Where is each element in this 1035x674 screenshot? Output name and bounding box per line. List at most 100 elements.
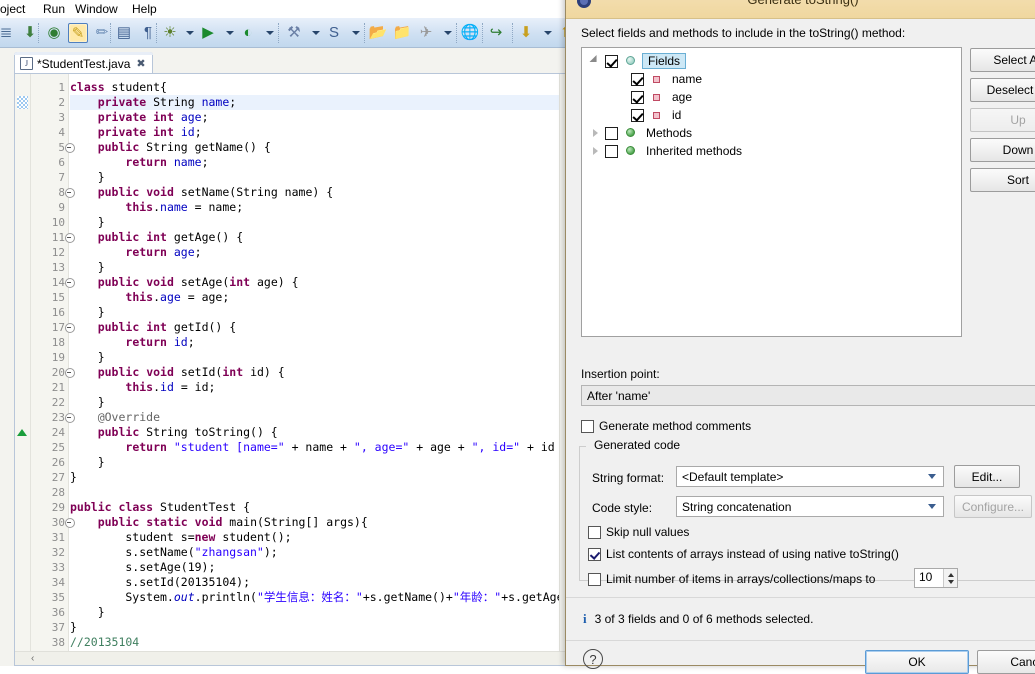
ok-button[interactable]: OK — [865, 650, 969, 674]
export-icon[interactable]: 🌐 — [460, 23, 480, 43]
run-icon[interactable]: ¶ — [138, 23, 158, 43]
string-format-combo[interactable]: <Default template> — [676, 466, 944, 487]
menu-item-window[interactable]: Window — [75, 1, 118, 17]
marker-ruler[interactable] — [15, 74, 31, 665]
export-icon[interactable]: ⬇ — [516, 23, 536, 43]
editor-tab-studenttest[interactable]: J *StudentTest.java ✖ — [14, 52, 153, 74]
highlight-icon[interactable]: ◉ — [44, 23, 64, 43]
open-folder-icon[interactable]: ▶ — [198, 23, 218, 43]
edit-icon[interactable]: ✎ — [68, 23, 88, 43]
save-all-icon[interactable]: ≣ — [0, 23, 16, 43]
line-number: 23 — [52, 410, 75, 425]
line-number: 21 — [51, 381, 65, 394]
run-ant-icon[interactable]: ◐ — [238, 23, 258, 43]
code-style-combo[interactable]: String concatenation — [676, 496, 944, 517]
tree-checkbox[interactable] — [631, 108, 644, 122]
override-indicator-icon[interactable] — [17, 429, 27, 436]
insertion-point-field[interactable]: After 'name' — [581, 385, 1035, 406]
tree-item-inherited-methods[interactable]: Inherited methods — [582, 142, 961, 160]
menu-item-run[interactable]: Run — [43, 1, 65, 17]
status-divider — [566, 597, 1035, 598]
tree-item-id[interactable]: id — [582, 106, 961, 124]
chevron-down-icon[interactable] — [352, 31, 360, 35]
select-all-button[interactable]: Select All — [970, 48, 1035, 72]
line-number: 34 — [51, 576, 65, 589]
export-icon[interactable]: S — [324, 23, 344, 43]
close-icon[interactable]: ✖ — [136, 57, 145, 70]
new-wizard-icon[interactable]: ☀ — [160, 23, 180, 43]
line-number: 22 — [51, 396, 65, 409]
tree-item-fields[interactable]: Fields — [582, 52, 961, 70]
export-icon[interactable]: 📁 — [392, 23, 412, 43]
code-line: public String toString() { — [97, 425, 278, 439]
generate-tostring-dialog: Generate toString() Select fields and me… — [565, 0, 1035, 674]
line-number: 9 — [58, 201, 65, 214]
sort-button[interactable]: Sort — [970, 168, 1035, 192]
code-line: public class StudentTest { — [70, 500, 251, 514]
tree-checkbox[interactable] — [631, 72, 644, 86]
line-number: 7 — [58, 171, 65, 184]
status-text: 3 of 3 fields and 0 of 6 methods selecte… — [594, 612, 814, 626]
tree-item-methods[interactable]: Methods — [582, 124, 961, 142]
chevron-down-icon[interactable] — [186, 31, 194, 35]
code-text[interactable]: class student{ private String name; priv… — [70, 74, 559, 665]
down-button[interactable]: Down — [970, 138, 1035, 162]
debug-icon[interactable]: ▤ — [114, 23, 134, 43]
export-icon[interactable]: 📂 — [368, 23, 388, 43]
tree-item-label: Methods — [646, 126, 693, 140]
publish-icon[interactable]: ⬇ — [20, 23, 40, 43]
code-line: s.setAge(19); — [70, 560, 216, 574]
generate-method-comments-row[interactable]: Generate method comments — [581, 419, 751, 433]
chevron-down-icon[interactable] — [226, 31, 234, 35]
menu-item-help[interactable]: Help — [132, 1, 157, 17]
code-line: } — [70, 470, 77, 484]
horizontal-scrollbar[interactable]: ‹ — [15, 651, 569, 665]
fields-methods-tree[interactable]: Fields name age id Methods Inherited methods — [581, 47, 962, 337]
line-number: 33 — [51, 561, 65, 574]
tree-checkbox[interactable] — [631, 90, 644, 104]
line-number: 24 — [51, 426, 65, 439]
tree-item-label: age — [672, 90, 693, 104]
help-icon[interactable]: ? — [583, 649, 603, 669]
tree-checkbox[interactable] — [605, 54, 618, 68]
generate-method-comments-checkbox[interactable] — [581, 419, 594, 433]
tree-checkbox[interactable] — [605, 144, 618, 158]
export-icon[interactable]: ↪ — [486, 23, 506, 43]
limit-items-checkbox[interactable] — [588, 572, 601, 586]
menu-item-oject[interactable]: oject — [0, 1, 25, 17]
chevron-down-icon[interactable] — [266, 31, 274, 35]
list-contents-checkbox[interactable] — [588, 547, 601, 561]
chevron-down-icon[interactable] — [312, 31, 320, 35]
limit-items-spinner[interactable]: 10 — [914, 568, 958, 588]
tree-item-age[interactable]: age — [582, 88, 961, 106]
scroll-left-arrow-icon[interactable]: ‹ — [31, 654, 43, 664]
collapsed-arrow-icon[interactable] — [593, 147, 605, 155]
chevron-down-icon[interactable] — [544, 31, 552, 35]
open-type-icon[interactable]: ✏ — [92, 23, 112, 43]
tree-item-label: name — [672, 72, 703, 86]
tree-checkbox[interactable] — [605, 126, 618, 140]
list-contents-row[interactable]: List contents of arrays instead of using… — [588, 547, 899, 561]
expanded-arrow-icon[interactable] — [593, 56, 605, 66]
deselect-all-button[interactable]: Deselect All — [970, 78, 1035, 102]
line-number: 27 — [51, 471, 65, 484]
import-icon[interactable]: ⚒ — [284, 23, 304, 43]
code-line: } — [70, 260, 105, 274]
skip-null-values-row[interactable]: Skip null values — [588, 525, 689, 539]
line-number: 15 — [51, 291, 65, 304]
code-line: return id; — [125, 335, 195, 349]
info-icon: i — [583, 611, 587, 626]
tree-item-name[interactable]: name — [582, 70, 961, 88]
skip-null-values-checkbox[interactable] — [588, 525, 601, 539]
line-number: 18 — [51, 336, 65, 349]
line-number: 4 — [58, 126, 65, 139]
edit-template-button[interactable]: Edit... — [954, 465, 1020, 488]
limit-items-row[interactable]: Limit number of items in arrays/collecti… — [588, 572, 875, 586]
code-editor[interactable]: 1 2 3 4 5 6 7 8 9 10 11 12 13 14 15 16 17 18 19 20 21 22 23 24 2… — [14, 73, 570, 666]
export-icon[interactable]: ✈ — [416, 23, 436, 43]
cancel-button[interactable]: Cancel — [977, 650, 1035, 674]
collapsed-arrow-icon[interactable] — [593, 129, 605, 137]
chevron-down-icon[interactable] — [444, 31, 452, 35]
spinner-buttons[interactable] — [943, 569, 957, 587]
dialog-title-bar[interactable]: Generate toString() — [566, 0, 1035, 19]
